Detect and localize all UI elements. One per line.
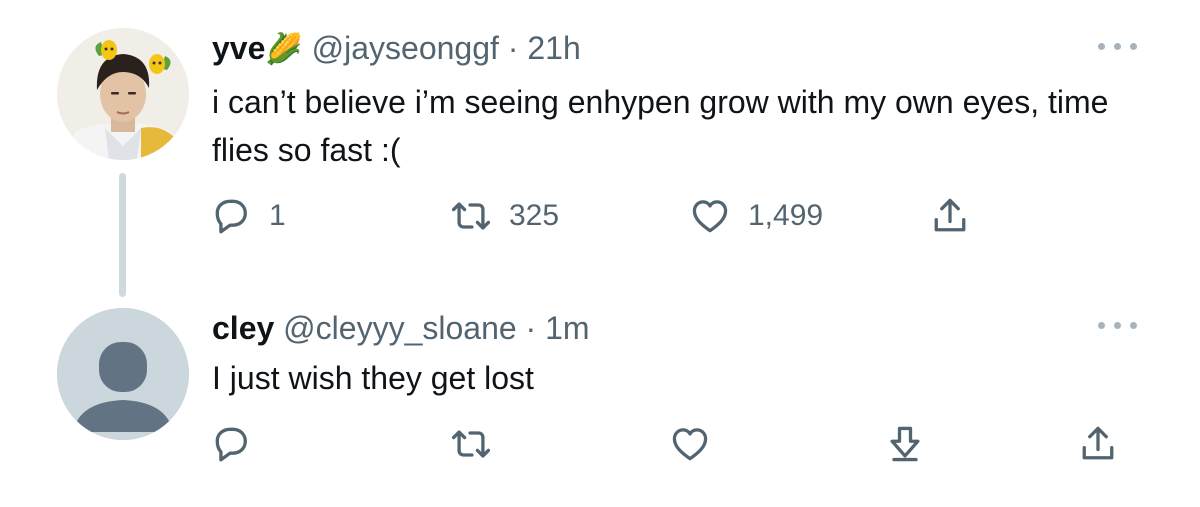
avatar-photo	[57, 28, 189, 160]
share-icon	[1082, 426, 1114, 460]
like-icon	[672, 428, 708, 461]
tweet-header: yve🌽 @jayseonggf · 21h	[212, 28, 581, 70]
tweet-header: cley @cleyyy_sloane · 1m	[212, 308, 590, 348]
retweet-button[interactable]: 325	[449, 194, 559, 238]
share-button[interactable]	[1076, 422, 1120, 466]
retweet-count: 325	[509, 199, 560, 232]
default-profile-icon	[57, 308, 189, 440]
downvote-button[interactable]	[883, 422, 927, 466]
like-button[interactable]	[668, 422, 712, 466]
like-icon	[692, 200, 728, 233]
avatar[interactable]	[57, 28, 189, 160]
display-name[interactable]: yve	[212, 30, 265, 66]
download-icon	[890, 426, 920, 462]
tweet[interactable]: yve🌽 @jayseonggf · 21h i can’t believe i…	[0, 0, 1200, 300]
default-avatar[interactable]	[57, 308, 189, 440]
username-handle[interactable]: @cleyyy_sloane	[283, 310, 516, 346]
tweet[interactable]: cley @cleyyy_sloane · 1m I just wish the…	[0, 300, 1200, 507]
retweet-icon	[451, 430, 491, 458]
retweet-icon	[451, 202, 491, 230]
share-button[interactable]	[928, 194, 972, 238]
separator: ·	[507, 30, 519, 66]
corn-emoji: 🌽	[265, 33, 303, 66]
like-count: 1,499	[748, 199, 824, 232]
reply-icon	[215, 199, 247, 234]
share-icon	[934, 198, 966, 232]
separator: ·	[525, 310, 537, 346]
reply-button[interactable]: 1	[209, 194, 286, 238]
like-button[interactable]: 1,499	[688, 194, 823, 238]
reply-button[interactable]	[209, 422, 253, 466]
timestamp[interactable]: 1m	[545, 310, 589, 346]
more-icon[interactable]	[1098, 319, 1138, 331]
username-handle[interactable]: @jayseonggf	[312, 30, 499, 66]
timestamp[interactable]: 21h	[527, 30, 580, 66]
tweet-text: i can’t believe i’m seeing enhypen grow …	[212, 84, 1109, 168]
display-name[interactable]: cley	[212, 310, 274, 346]
more-icon[interactable]	[1098, 40, 1138, 52]
tweet-text: I just wish they get lost	[212, 360, 534, 396]
reply-count: 1	[269, 199, 286, 232]
thread-connector-line	[119, 173, 126, 297]
retweet-button[interactable]	[449, 422, 493, 466]
reply-icon	[215, 427, 247, 462]
